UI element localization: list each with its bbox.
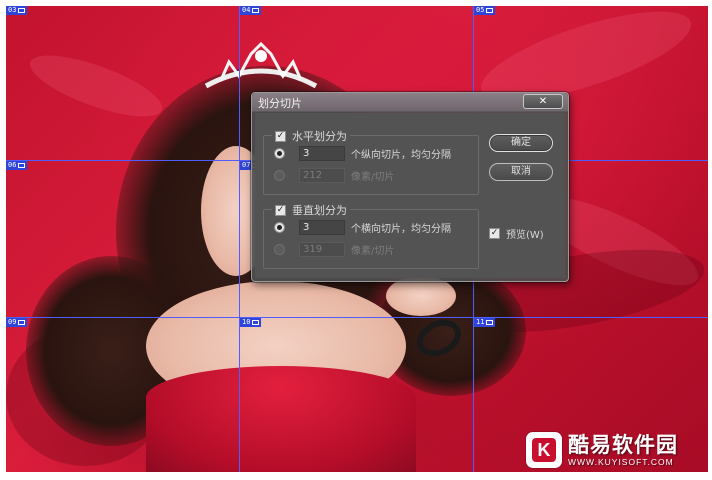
dialog-body: ✓ 水平划分为 3 个纵向切片，均匀分隔 212 像素/切片 ✓ 垂直划分为 3 (255, 113, 565, 278)
horizontal-count-input[interactable]: 3 (299, 146, 345, 161)
vertical-count-input[interactable]: 3 (299, 220, 345, 235)
close-button[interactable]: ✕ (523, 94, 563, 109)
watermark-logo-letter: K (532, 438, 556, 462)
ok-button[interactable]: 确定 (489, 134, 553, 152)
vertical-divide-group: ✓ 垂直划分为 3 个横向切片，均匀分隔 319 像素/切片 (263, 202, 479, 269)
horizontal-divide-header: ✓ 水平划分为 (272, 128, 350, 144)
horizontal-count-radio[interactable] (274, 148, 285, 159)
watermark-name: 酷易软件园 (568, 433, 678, 457)
horizontal-count-unit: 个纵向切片，均匀分隔 (351, 150, 451, 161)
slice-tag[interactable]: 10 (240, 318, 262, 327)
watermark-url: WWW.KUYISOFT.COM (568, 457, 674, 467)
site-watermark: K 酷易软件园 WWW.KUYISOFT.COM (526, 428, 710, 472)
vertical-pixels-radio[interactable] (274, 244, 285, 255)
horizontal-divide-group: ✓ 水平划分为 3 个纵向切片，均匀分隔 212 像素/切片 (263, 128, 479, 195)
horizontal-pixels-input[interactable]: 212 (299, 168, 345, 183)
preview-label: 预览(W) (506, 230, 544, 241)
hand (386, 276, 456, 316)
vertical-option-pixels: 319 像素/切片 (274, 242, 394, 257)
cancel-button[interactable]: 取消 (489, 163, 553, 181)
image-icon (486, 8, 494, 13)
horizontal-pixels-unit: 像素/切片 (351, 172, 395, 183)
red-dress (146, 366, 416, 472)
image-icon (18, 320, 26, 325)
vertical-divide-checkbox[interactable]: ✓ (275, 204, 286, 216)
horizontal-option-pixels: 212 像素/切片 (274, 168, 394, 183)
dialog-title: 划分切片 (258, 97, 302, 110)
tiara-icon (204, 41, 318, 89)
slice-tag[interactable]: 06 (6, 161, 28, 170)
vertical-count-radio[interactable] (274, 222, 285, 233)
slice-line-vertical[interactable] (239, 6, 240, 472)
vertical-count-unit: 个横向切片，均匀分隔 (351, 224, 451, 235)
horizontal-divide-checkbox[interactable]: ✓ (275, 130, 286, 142)
slice-tag[interactable]: 09 (6, 318, 28, 327)
horizontal-pixels-radio[interactable] (274, 170, 285, 181)
preview-checkbox[interactable]: ✓ (489, 228, 500, 239)
image-icon (18, 163, 26, 168)
divide-slice-dialog: 划分切片 ✕ ✓ 水平划分为 3 个纵向切片，均匀分隔 212 像素/切片 ✓ … (251, 92, 569, 282)
slice-tag[interactable]: 03 (6, 6, 28, 15)
vertical-pixels-input[interactable]: 319 (299, 242, 345, 257)
image-icon (486, 320, 494, 325)
image-icon (18, 8, 26, 13)
slice-tag[interactable]: 11 (474, 318, 496, 327)
vertical-divide-label: 垂直划分为 (292, 204, 347, 217)
dialog-titlebar[interactable]: 划分切片 ✕ (252, 93, 568, 112)
image-icon (252, 8, 260, 13)
preview-option[interactable]: ✓ 预览(W) (489, 226, 544, 241)
horizontal-option-count: 3 个纵向切片，均匀分隔 (274, 146, 451, 161)
vertical-option-count: 3 个横向切片，均匀分隔 (274, 220, 451, 235)
vertical-divide-header: ✓ 垂直划分为 (272, 202, 350, 218)
slice-line-horizontal[interactable] (6, 317, 708, 318)
watermark-logo: K (526, 432, 562, 468)
slice-tag[interactable]: 04 (240, 6, 262, 15)
close-icon: ✕ (538, 96, 548, 107)
horizontal-divide-label: 水平划分为 (292, 130, 347, 143)
image-icon (252, 320, 260, 325)
slice-tag[interactable]: 05 (474, 6, 496, 15)
watermark-text: 酷易软件园 WWW.KUYISOFT.COM (568, 433, 678, 467)
fabric-fold (23, 43, 169, 129)
vertical-pixels-unit: 像素/切片 (351, 246, 395, 257)
